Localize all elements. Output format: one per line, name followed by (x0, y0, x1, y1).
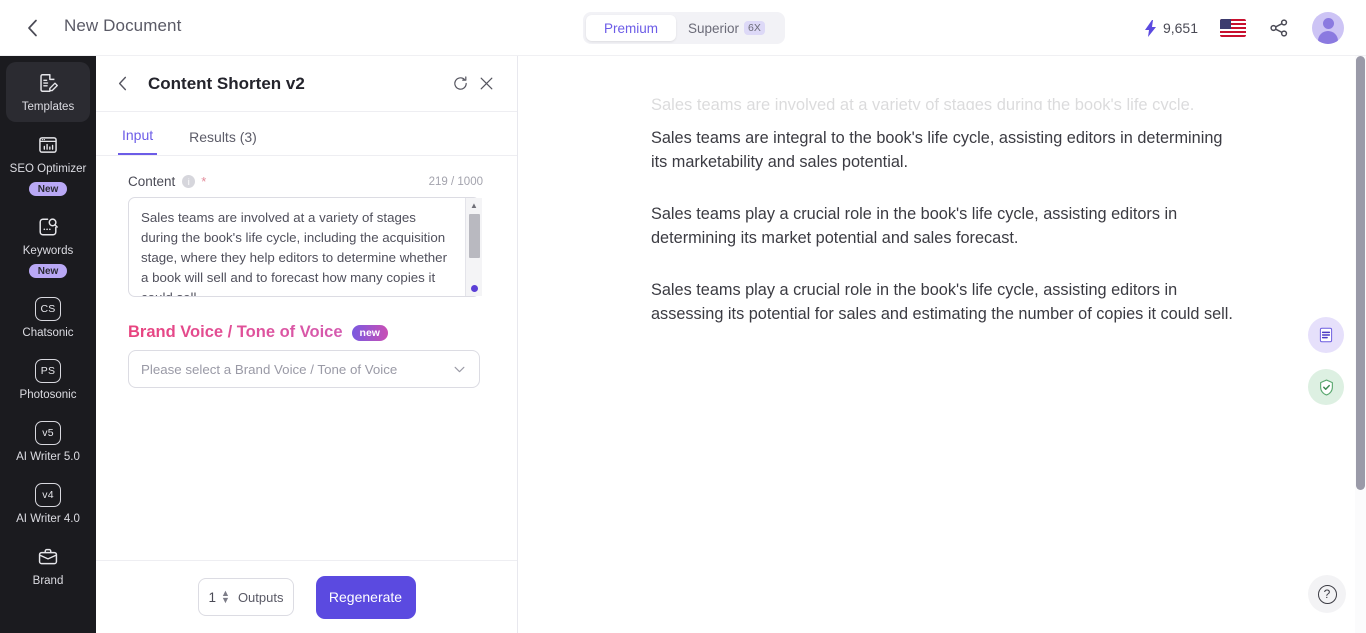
sidebar-item-keywords[interactable]: Keywords New (6, 206, 90, 286)
sidebar-item-label: Chatsonic (22, 327, 73, 340)
sidebar-item-label: AI Writer 4.0 (16, 513, 80, 526)
outputs-label: Outputs (238, 590, 284, 605)
outputs-value: 1 (209, 590, 217, 605)
panel-header: Content Shorten v2 (96, 56, 517, 112)
shield-check-icon[interactable] (1308, 369, 1344, 405)
v5-boxed-icon: v5 (35, 420, 61, 446)
superior-multiplier-badge: 6X (744, 21, 765, 35)
avatar-body (1318, 31, 1338, 44)
refresh-icon[interactable] (447, 71, 473, 97)
document-edit-icon (37, 70, 59, 96)
info-icon[interactable]: i (182, 175, 195, 188)
close-icon[interactable] (473, 71, 499, 97)
document-paragraph[interactable]: Sales teams are integral to the book's l… (651, 126, 1243, 174)
credits-indicator[interactable]: 9,651 (1145, 20, 1198, 37)
floating-action-buttons (1308, 317, 1344, 405)
mode-toggle: Premium Superior 6X (583, 12, 785, 44)
document-scrollbar[interactable] (1355, 56, 1366, 633)
sidebar-badge-new: New (29, 264, 68, 278)
document-paragraph[interactable]: Sales teams play a crucial role in the b… (651, 202, 1243, 250)
tab-premium[interactable]: Premium (586, 15, 676, 41)
stepper-down-icon[interactable]: ▼ (221, 597, 230, 604)
avatar-head (1323, 18, 1334, 29)
brand-voice-placeholder: Please select a Brand Voice / Tone of Vo… (141, 362, 452, 377)
left-sidebar: Templates SEO Optimizer New (0, 56, 96, 633)
v4-boxed-icon: v4 (35, 482, 61, 508)
back-button[interactable] (18, 14, 46, 42)
scroll-thumb[interactable] (469, 214, 480, 258)
v5-label: v5 (35, 421, 61, 445)
help-button[interactable]: ? (1308, 575, 1346, 613)
app-root: New Document Premium Superior 6X 9,651 (0, 0, 1366, 633)
question-mark-icon: ? (1318, 585, 1337, 604)
premium-label: Premium (604, 21, 658, 36)
flag-canton (1220, 19, 1231, 29)
scroll-up-icon[interactable]: ▲ (470, 198, 478, 212)
brand-voice-header: Brand Voice / Tone of Voice new (128, 323, 517, 342)
tab-results[interactable]: Results (3) (185, 129, 261, 155)
v4-label: v4 (35, 483, 61, 507)
lightning-bolt-icon (1145, 20, 1157, 37)
chevron-left-icon (27, 19, 38, 37)
document-area[interactable]: Sales teams are involved at a variety of… (518, 56, 1366, 633)
sidebar-item-ai-writer-4[interactable]: v4 AI Writer 4.0 (6, 474, 90, 534)
panel-tabs: Input Results (3) (96, 112, 517, 156)
tab-superior[interactable]: Superior 6X (676, 15, 777, 41)
brand-voice-select[interactable]: Please select a Brand Voice / Tone of Vo… (128, 350, 480, 388)
top-bar: New Document Premium Superior 6X 9,651 (0, 0, 1366, 56)
cs-boxed-icon: CS (35, 296, 61, 322)
sidebar-item-label: Templates (22, 101, 74, 114)
superior-label: Superior (688, 21, 739, 36)
character-counter: 219 / 1000 (429, 176, 483, 188)
tool-panel: Content Shorten v2 Input Results (3) Con… (96, 56, 518, 633)
document-paragraph[interactable]: Sales teams play a crucial role in the b… (651, 278, 1243, 326)
chevron-down-icon (452, 362, 467, 377)
required-mark: * (201, 174, 206, 189)
stepper-arrows-icon[interactable]: ▲ ▼ (221, 590, 230, 604)
sidebar-item-brand[interactable]: Brand (6, 536, 90, 596)
outputs-stepper[interactable]: 1 ▲ ▼ Outputs (198, 578, 294, 616)
briefcase-icon (37, 544, 59, 570)
document-outline-icon[interactable] (1308, 317, 1344, 353)
sidebar-item-chatsonic[interactable]: CS Chatsonic (6, 288, 90, 348)
resize-dot (471, 285, 478, 292)
panel-footer: 1 ▲ ▼ Outputs Regenerate (96, 560, 517, 633)
sidebar-item-templates[interactable]: Templates (6, 62, 90, 122)
top-bar-actions: 9,651 (1145, 0, 1344, 56)
cs-label: CS (35, 297, 61, 321)
document-scroll-thumb[interactable] (1356, 56, 1365, 490)
sidebar-item-label: Keywords (23, 245, 74, 258)
sidebar-item-label: SEO Optimizer (10, 163, 87, 176)
panel-back-button[interactable] (118, 76, 136, 91)
textarea-resize-handle[interactable] (467, 281, 481, 295)
avatar[interactable] (1312, 12, 1344, 44)
sidebar-item-label: AI Writer 5.0 (16, 451, 80, 464)
panel-title: Content Shorten v2 (148, 74, 447, 94)
seo-chart-icon (37, 132, 59, 158)
ps-boxed-icon: PS (35, 358, 61, 384)
sidebar-item-label: Brand (33, 575, 64, 588)
tab-input[interactable]: Input (118, 127, 157, 155)
brand-voice-label: Brand Voice / Tone of Voice (128, 323, 343, 342)
sidebar-item-seo-optimizer[interactable]: SEO Optimizer New (6, 124, 90, 204)
sidebar-item-photosonic[interactable]: PS Photosonic (6, 350, 90, 410)
us-flag-icon[interactable] (1220, 19, 1246, 37)
content-textarea-wrap: Sales teams are involved at a variety of… (128, 197, 483, 297)
sidebar-item-ai-writer-5[interactable]: v5 AI Writer 5.0 (6, 412, 90, 472)
keyword-search-icon (37, 214, 59, 240)
share-icon[interactable] (1268, 17, 1290, 39)
document-content: Sales teams are involved at a variety of… (518, 56, 1366, 326)
sidebar-badge-new: New (29, 182, 68, 196)
brand-voice-new-badge: new (352, 325, 388, 341)
sidebar-item-label: Photosonic (20, 389, 77, 402)
document-title[interactable]: New Document (64, 16, 181, 36)
ps-label: PS (35, 359, 61, 383)
regenerate-button[interactable]: Regenerate (316, 576, 416, 619)
content-input[interactable]: Sales teams are involved at a variety of… (128, 197, 480, 297)
credits-value: 9,651 (1163, 20, 1198, 36)
chevron-left-icon (118, 76, 127, 91)
clipped-line: Sales teams are involved at a variety of… (651, 96, 1266, 110)
content-field-header: Content i * 219 / 1000 (96, 156, 517, 197)
content-label: Content (128, 174, 175, 189)
